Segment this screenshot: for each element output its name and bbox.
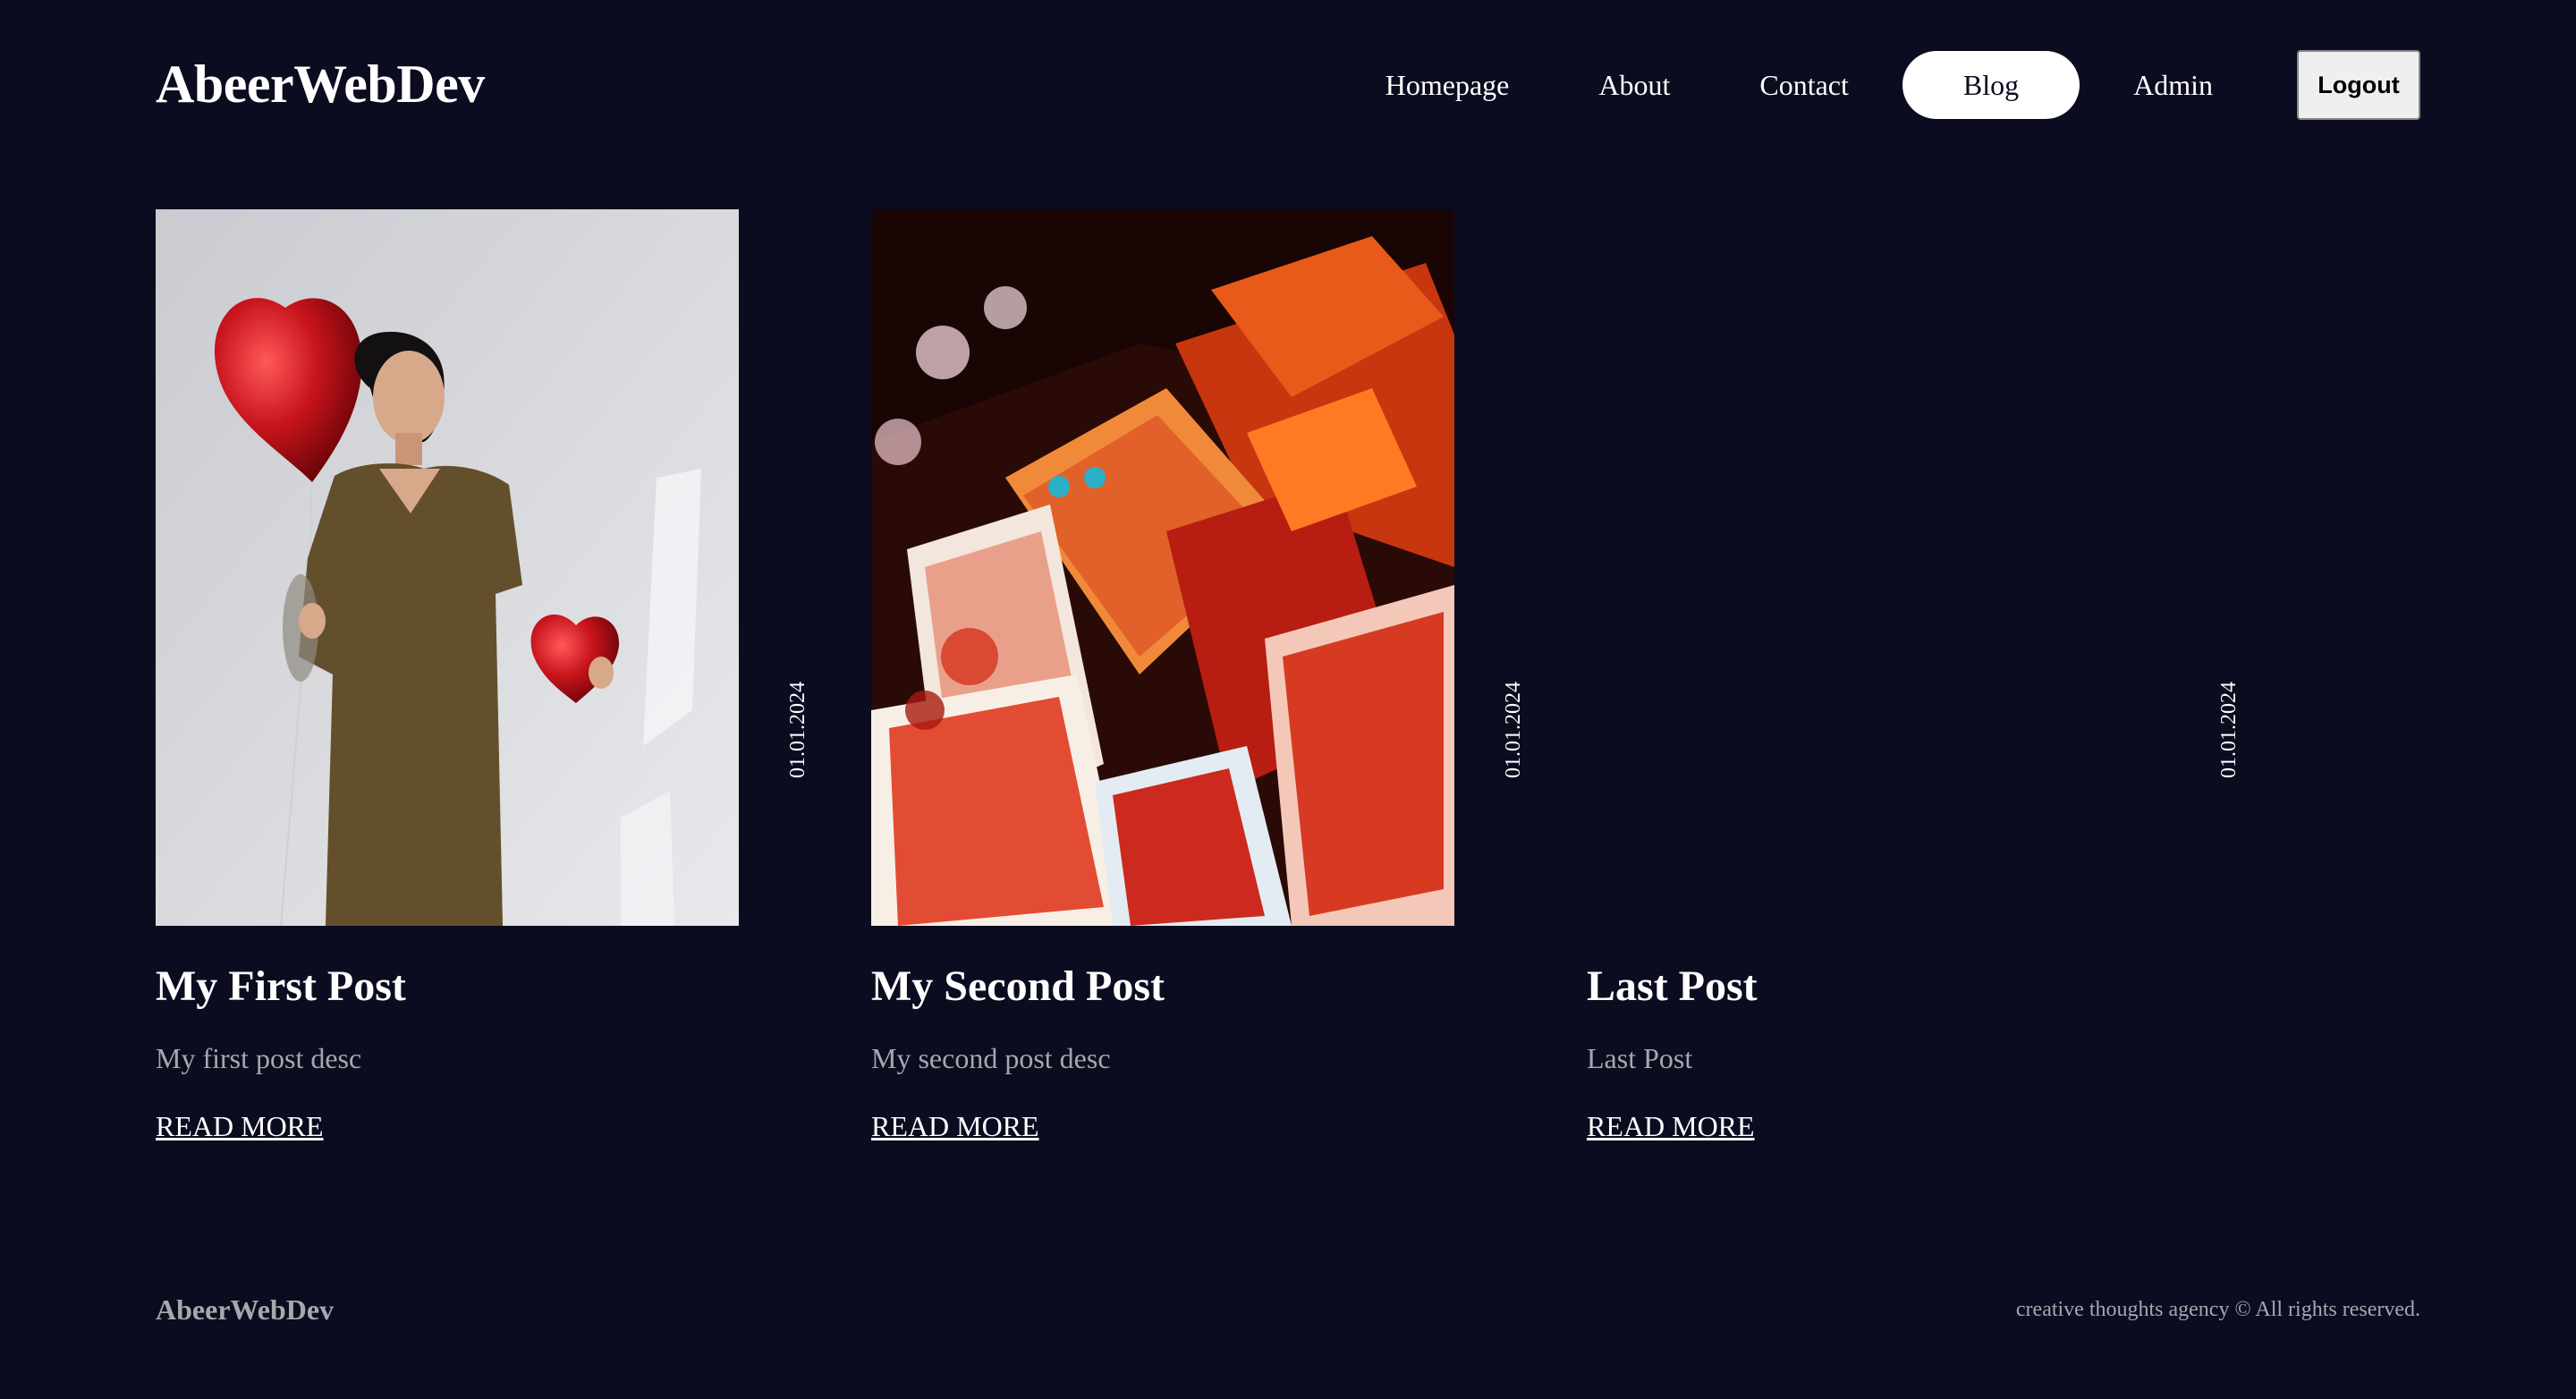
post-card: 01.01.2024 Last Post Last Post READ MORE <box>1587 209 2302 1144</box>
nav-about-link[interactable]: About <box>1554 51 1715 119</box>
post-card: 01.01.2024 My Second Post My second post… <box>871 209 1587 1144</box>
post-list: 01.01.2024 My First Post My first post d… <box>156 209 2302 1144</box>
copyright-text: creative thoughts agency © All rights re… <box>2015 1298 2420 1321</box>
post-description: My first post desc <box>156 1042 362 1074</box>
nav-contact-link[interactable]: Contact <box>1715 51 1894 119</box>
footer-logo: AbeerWebDev <box>156 1293 335 1326</box>
read-more-link[interactable]: READ MORE <box>1587 1108 1755 1144</box>
nav-homepage-link[interactable]: Homepage <box>1341 51 1555 119</box>
post-title: My Second Post <box>871 962 1165 1010</box>
nav-admin-link[interactable]: Admin <box>2089 51 2258 119</box>
read-more-link[interactable]: READ MORE <box>871 1108 1039 1144</box>
post-description: Last Post <box>1587 1042 1693 1074</box>
read-more-link[interactable]: READ MORE <box>156 1108 324 1144</box>
post-title: Last Post <box>1587 962 1758 1010</box>
post-description: My second post desc <box>871 1042 1111 1074</box>
main-nav: Homepage About Contact Blog Admin Logout <box>1341 50 2420 120</box>
post-image-woman-with-balloons[interactable] <box>156 209 739 926</box>
post-image-empty[interactable] <box>1587 209 2170 926</box>
logout-button[interactable]: Logout <box>2297 50 2420 120</box>
post-date: 01.01.2024 <box>1502 682 1525 778</box>
nav-blog-link[interactable]: Blog <box>1902 51 2080 119</box>
post-image-red-envelopes[interactable] <box>871 209 1454 926</box>
post-date: 01.01.2024 <box>2217 682 2241 778</box>
post-title: My First Post <box>156 962 406 1010</box>
post-date: 01.01.2024 <box>786 682 809 778</box>
site-logo[interactable]: AbeerWebDev <box>156 52 485 116</box>
post-card: 01.01.2024 My First Post My first post d… <box>156 209 871 1144</box>
